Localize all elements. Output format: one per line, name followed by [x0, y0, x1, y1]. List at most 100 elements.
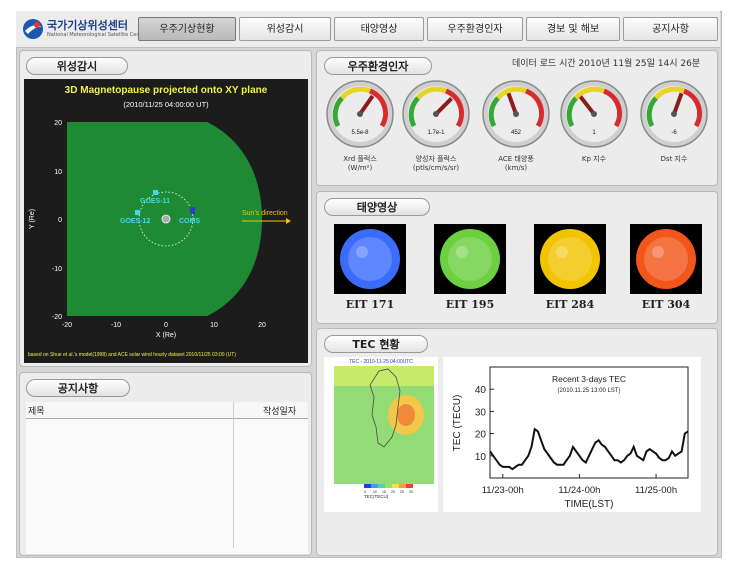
- tec-map-band-north: [334, 366, 434, 386]
- y-tick-label: 40: [475, 385, 487, 396]
- tab-notices[interactable]: 공지사항: [623, 17, 718, 41]
- x-tick-label: 11/24-00h: [558, 485, 600, 496]
- notice-row[interactable]: [26, 539, 308, 555]
- gauge-unit: (km/s): [504, 164, 528, 172]
- chart-xlabel: TIME(LST): [565, 499, 614, 510]
- solar-panel-title: 태양영상: [324, 198, 430, 216]
- y-tick-label: -10: [52, 266, 62, 273]
- notice-row[interactable]: [26, 494, 308, 510]
- x-tick-label: 10: [210, 322, 218, 329]
- notice-row[interactable]: [26, 449, 308, 465]
- x-tick-label: -20: [62, 322, 72, 329]
- y-tick-label: 30: [475, 407, 487, 418]
- gauge-name: Kp 지수: [581, 155, 607, 163]
- col-date-header: 작성일자: [263, 407, 297, 417]
- y-tick-label: 20: [475, 430, 487, 441]
- tab-solar-images[interactable]: 태양영상: [334, 17, 424, 41]
- gauge-name: ACE 태양풍: [498, 155, 534, 163]
- magnetopause-plot: 3D Magnetopause projected onto XY plane …: [24, 79, 308, 363]
- y-tick-label: 10: [475, 452, 487, 463]
- tec-map[interactable]: TEC - 2010-11-25 04:00UTC 0 10 15 20 25 30 TE…: [324, 357, 438, 512]
- gauge-dial: 452: [482, 80, 550, 148]
- gauge-dial: -6: [640, 80, 708, 148]
- gauge-value: 452: [511, 130, 522, 136]
- gauge-name: Dst 지수: [660, 155, 688, 163]
- tec-map-title: TEC - 2010-11-25 04:00UTC: [349, 359, 413, 365]
- gauge-label: 양성자 플럭스 (ptls/cm/s/sr): [396, 155, 476, 173]
- gauge-name: Xrd 플럭스: [343, 155, 377, 163]
- gauge-unit: (W/m²): [347, 164, 373, 172]
- site-logo[interactable]: 국가기상위성센터 National Meteorological Satelli…: [22, 16, 147, 44]
- colorbar-tick: 25: [400, 490, 404, 494]
- y-tick-label: 10: [54, 169, 62, 176]
- notice-row[interactable]: [26, 434, 308, 450]
- notice-row[interactable]: [26, 464, 308, 480]
- solar-image[interactable]: [630, 224, 702, 294]
- solar-image-label: EIT 195: [445, 298, 495, 311]
- gauge-label: Kp 지수: [554, 155, 634, 164]
- coms-marker: [190, 207, 195, 214]
- goes-11-marker: [153, 190, 158, 195]
- gauge-value: 5.5e-8: [351, 130, 369, 136]
- earth-marker: [161, 214, 171, 224]
- y-axis-label: Y (Re): [29, 209, 36, 229]
- tab-space-environment[interactable]: 우주환경인자: [427, 17, 523, 41]
- goes-12-marker: [135, 210, 140, 215]
- x-tick-label: -10: [111, 322, 121, 329]
- tec-colorbar-label: TEC(TECU): [364, 494, 389, 499]
- solar-image[interactable]: [334, 224, 406, 294]
- sun-disk-icon: [636, 229, 696, 289]
- tec-panel-title: TEC 현황: [324, 335, 428, 353]
- gauge-dial: 1.7e-1: [402, 80, 470, 148]
- gauge-unit: (ptls/cm/s/sr): [412, 164, 460, 172]
- plot-title: 3D Magnetopause projected onto XY plane: [65, 85, 268, 96]
- notice-row[interactable]: [26, 479, 308, 495]
- solar-image-label: EIT 284: [545, 298, 595, 311]
- y-tick-label: 0: [58, 217, 62, 224]
- goes-11-label: GOES-11: [140, 198, 170, 205]
- satellite-center-logo-icon: [23, 19, 43, 39]
- solar-image-label: EIT 171: [345, 298, 395, 311]
- solar-image[interactable]: [434, 224, 506, 294]
- space-env-panel-title: 우주환경인자: [324, 57, 432, 75]
- gauge-value: 1.7e-1: [427, 130, 445, 136]
- y-tick-label: -20: [52, 314, 62, 321]
- notice-row[interactable]: [26, 419, 308, 435]
- tec-peak-zone: [397, 404, 415, 426]
- sun-direction-label: Sun's direction: [242, 210, 288, 217]
- plot-time: (2010/11/25 04:00:00 UT): [123, 100, 209, 109]
- gauge-label: ACE 태양풍 (km/s): [476, 155, 556, 173]
- tab-space-weather-status[interactable]: 우주기상현황: [138, 17, 236, 41]
- x-tick-label: 20: [258, 322, 266, 329]
- colorbar-tick: 20: [391, 490, 395, 494]
- notice-row[interactable]: [26, 509, 308, 525]
- sun-disk-icon: [540, 229, 600, 289]
- chart-subtitle: (2010.11.25 13:00 LST): [558, 388, 621, 394]
- tab-alerts-warnings[interactable]: 경보 및 해보: [526, 17, 620, 41]
- gauge-label: Xrd 플럭스 (W/m²): [320, 155, 400, 173]
- sun-disk-icon: [440, 229, 500, 289]
- notice-row[interactable]: [26, 524, 308, 540]
- solar-image[interactable]: [534, 224, 606, 294]
- notice-panel-title: 공지사항: [26, 379, 130, 397]
- gauge-value: -6: [671, 130, 677, 136]
- tab-satellite-monitoring[interactable]: 위성감시: [239, 17, 331, 41]
- solar-image-label: EIT 304: [641, 298, 691, 311]
- y-tick-label: 20: [54, 120, 62, 127]
- logo-title: 국가기상위성센터: [47, 19, 128, 32]
- plot-footnote: based on Shue et al.'s model(1998) and A…: [28, 352, 236, 358]
- x-tick-label: 0: [164, 322, 168, 329]
- col-title-header: 제목: [28, 407, 45, 417]
- chart-ylabel: TEC (TECU): [452, 395, 463, 452]
- x-tick-label: 11/23-00h: [482, 485, 524, 496]
- gauge-dial: 1: [560, 80, 628, 148]
- notice-table-header: 제목 작성일자: [26, 402, 308, 419]
- notice-column-divider: [233, 402, 234, 548]
- goes-12-label: GOES-12: [120, 218, 150, 225]
- x-tick-label: 11/25-00h: [635, 485, 677, 496]
- satellite-panel-title: 위성감시: [26, 57, 128, 75]
- colorbar-tick: 30: [409, 490, 413, 494]
- sun-disk-icon: [340, 229, 400, 289]
- tec-line-chart[interactable]: Recent 3-days TEC (2010.11.25 13:00 LST)…: [443, 357, 701, 512]
- chart-title: Recent 3-days TEC: [552, 374, 626, 384]
